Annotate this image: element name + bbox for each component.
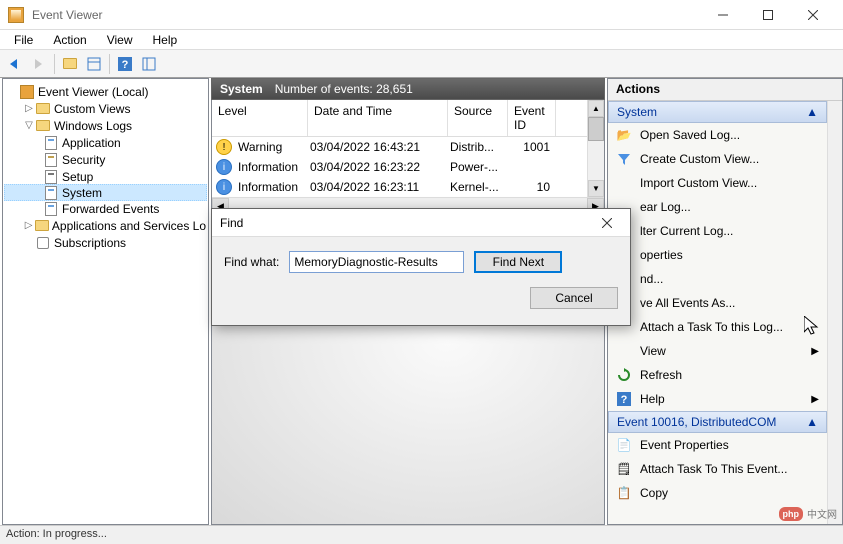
action-help[interactable]: ?Help▶: [608, 387, 827, 411]
warning-icon: !: [216, 139, 232, 155]
find-close-button[interactable]: [592, 215, 622, 231]
folder-up-icon[interactable]: [59, 53, 81, 75]
event-grid: Level Date and Time Source Event ID ! Wa…: [211, 100, 605, 215]
copy-icon: 📋: [616, 485, 632, 501]
find-dialog: Find Find what: Find Next Cancel: [211, 208, 631, 326]
col-level[interactable]: Level: [212, 100, 308, 136]
action-attach-task[interactable]: Attach a Task To this Log...: [608, 315, 827, 339]
col-source[interactable]: Source: [448, 100, 508, 136]
filter-icon: [616, 151, 632, 167]
minimize-button[interactable]: [700, 1, 745, 29]
tree-apps-services[interactable]: ▷Applications and Services Lo: [5, 217, 206, 234]
action-create-custom-view[interactable]: Create Custom View...: [608, 147, 827, 171]
action-import-custom-view[interactable]: Import Custom View...: [608, 171, 827, 195]
find-next-button[interactable]: Find Next: [474, 251, 562, 273]
action-copy[interactable]: 📋Copy: [608, 481, 827, 505]
task-icon: 🗒: [616, 461, 632, 477]
watermark: php 中文网: [779, 506, 838, 521]
menu-file[interactable]: File: [4, 31, 43, 49]
tree-setup[interactable]: Setup: [5, 168, 206, 185]
menu-action[interactable]: Action: [43, 31, 96, 49]
forward-button[interactable]: [28, 53, 50, 75]
find-dialog-title: Find: [212, 209, 630, 237]
table-row[interactable]: i Information 03/04/2022 16:23:22 Power-…: [212, 157, 587, 177]
center-header-label: System: [220, 82, 263, 96]
maximize-button[interactable]: [745, 1, 790, 29]
tree-application[interactable]: Application: [5, 134, 206, 151]
help-icon[interactable]: ?: [114, 53, 136, 75]
view-icon-2[interactable]: [138, 53, 160, 75]
help-icon: ?: [616, 391, 632, 407]
titlebar: Event Viewer: [0, 0, 843, 30]
toolbar: ?: [0, 50, 843, 78]
folder-open-icon: 📂: [616, 127, 632, 143]
refresh-icon: [616, 367, 632, 383]
col-date[interactable]: Date and Time: [308, 100, 448, 136]
action-properties[interactable]: operties: [608, 243, 827, 267]
col-eventid[interactable]: Event ID: [508, 100, 556, 136]
watermark-text: 中文网: [807, 506, 837, 521]
svg-text:?: ?: [621, 394, 628, 406]
center-header: System Number of events: 28,651: [211, 78, 605, 100]
action-refresh[interactable]: Refresh: [608, 363, 827, 387]
find-what-label: Find what:: [224, 255, 279, 269]
actions-section-system[interactable]: System▲: [608, 101, 827, 123]
grid-vscroll[interactable]: ▲ ▼: [587, 100, 604, 197]
properties-icon: 📄: [616, 437, 632, 453]
window-title: Event Viewer: [32, 8, 700, 22]
svg-text:?: ?: [122, 59, 129, 71]
statusbar: Action: In progress...: [0, 525, 843, 544]
tree-root[interactable]: Event Viewer (Local): [5, 83, 206, 100]
action-event-properties[interactable]: 📄Event Properties: [608, 433, 827, 457]
action-find[interactable]: nd...: [608, 267, 827, 291]
tree-security[interactable]: Security: [5, 151, 206, 168]
collapse-icon: ▲: [806, 415, 818, 429]
grid-header: Level Date and Time Source Event ID: [212, 100, 587, 137]
info-icon: i: [216, 159, 232, 175]
menu-view[interactable]: View: [97, 31, 143, 49]
tree-windows-logs[interactable]: ▽Windows Logs: [5, 117, 206, 134]
find-what-input[interactable]: [289, 251, 464, 273]
action-view[interactable]: View▶: [608, 339, 827, 363]
action-attach-task-event[interactable]: 🗒Attach Task To This Event...: [608, 457, 827, 481]
action-save-all-events[interactable]: ve All Events As...: [608, 291, 827, 315]
tree-forwarded[interactable]: Forwarded Events: [5, 200, 206, 217]
menubar: File Action View Help: [0, 30, 843, 50]
action-filter-log[interactable]: lter Current Log...: [608, 219, 827, 243]
table-row[interactable]: ! Warning 03/04/2022 16:43:21 Distrib...…: [212, 137, 587, 157]
view-icon-1[interactable]: [83, 53, 105, 75]
center-header-count: Number of events: 28,651: [275, 82, 413, 96]
info-icon: i: [216, 179, 232, 195]
actions-panel: Actions System▲ 📂Open Saved Log... Creat…: [607, 78, 843, 525]
actions-title: Actions: [608, 79, 842, 101]
chevron-right-icon: ▶: [811, 394, 819, 405]
tree-system[interactable]: System: [4, 184, 207, 201]
watermark-badge: php: [779, 507, 804, 521]
tree-subscriptions[interactable]: Subscriptions: [5, 234, 206, 251]
table-row[interactable]: i Information 03/04/2022 16:23:11 Kernel…: [212, 177, 587, 197]
find-cancel-button[interactable]: Cancel: [530, 287, 618, 309]
action-clear-log[interactable]: ear Log...: [608, 195, 827, 219]
menu-help[interactable]: Help: [143, 31, 188, 49]
action-open-saved-log[interactable]: 📂Open Saved Log...: [608, 123, 827, 147]
tree-custom-views[interactable]: ▷Custom Views: [5, 100, 206, 117]
actions-vscroll[interactable]: [827, 101, 842, 524]
close-button[interactable]: [790, 1, 835, 29]
actions-section-event[interactable]: Event 10016, DistributedCOM▲: [608, 411, 827, 433]
chevron-right-icon: ▶: [811, 346, 819, 357]
collapse-icon: ▲: [806, 105, 818, 119]
window-buttons: [700, 1, 835, 29]
tree-panel: Event Viewer (Local) ▷Custom Views ▽Wind…: [2, 78, 209, 525]
back-button[interactable]: [4, 53, 26, 75]
app-icon: [8, 7, 24, 23]
